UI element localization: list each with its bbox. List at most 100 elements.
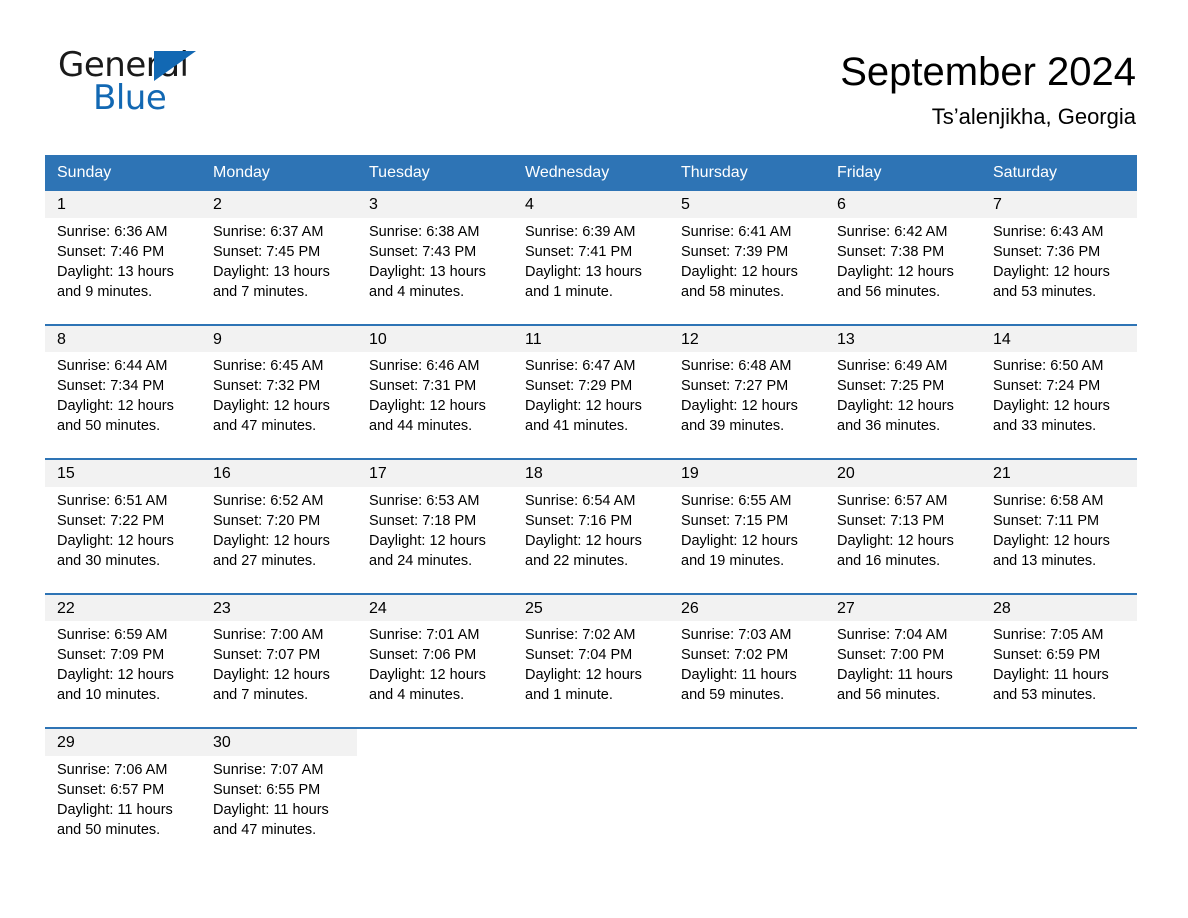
day-cell[interactable]: Sunrise: 6:36 AM Sunset: 7:46 PM Dayligh…: [45, 217, 201, 325]
daylight-text-line1: Daylight: 12 hours: [681, 263, 798, 280]
day-number-row: 8 9 10 11 12 13 14: [45, 323, 1137, 353]
daylight-text-line2: and 19 minutes.: [681, 552, 785, 569]
day-number[interactable]: 15: [45, 458, 201, 487]
day-cell[interactable]: Sunrise: 6:55 AM Sunset: 7:15 PM Dayligh…: [669, 486, 825, 594]
day-number[interactable]: 3: [357, 191, 513, 218]
sunrise-text: Sunrise: 6:42 AM: [837, 223, 948, 240]
day-number[interactable]: 5: [669, 191, 825, 218]
sunrise-text: Sunrise: 6:55 AM: [681, 492, 792, 509]
day-number[interactable]: 19: [669, 458, 825, 487]
day-cell[interactable]: Sunrise: 6:59 AM Sunset: 7:09 PM Dayligh…: [45, 621, 201, 729]
daylight-text-line2: and 4 minutes.: [369, 283, 465, 300]
day-number[interactable]: 12: [669, 323, 825, 353]
day-info-row: Sunrise: 6:36 AM Sunset: 7:46 PM Dayligh…: [45, 217, 1137, 325]
day-number[interactable]: 6: [825, 191, 981, 218]
day-number[interactable]: 1: [45, 191, 201, 218]
daylight-text-line1: Daylight: 12 hours: [993, 263, 1110, 280]
sunrise-text: Sunrise: 6:50 AM: [993, 358, 1104, 375]
daylight-text-line2: and 53 minutes.: [993, 687, 1097, 704]
day-number[interactable]: 22: [45, 592, 201, 622]
daylight-text-line1: Daylight: 12 hours: [525, 667, 642, 684]
day-number[interactable]: 21: [981, 458, 1137, 487]
day-number[interactable]: 23: [201, 592, 357, 622]
day-cell[interactable]: Sunrise: 6:51 AM Sunset: 7:22 PM Dayligh…: [45, 486, 201, 594]
day-number[interactable]: 29: [45, 727, 201, 756]
day-cell[interactable]: Sunrise: 6:42 AM Sunset: 7:38 PM Dayligh…: [825, 217, 981, 325]
daylight-text-line1: Daylight: 12 hours: [369, 532, 486, 549]
day-cell[interactable]: Sunrise: 6:52 AM Sunset: 7:20 PM Dayligh…: [201, 486, 357, 594]
sunrise-text: Sunrise: 6:44 AM: [57, 358, 168, 375]
day-number[interactable]: 11: [513, 323, 669, 353]
sunrise-text: Sunrise: 6:54 AM: [525, 492, 636, 509]
day-cell[interactable]: Sunrise: 7:00 AM Sunset: 7:07 PM Dayligh…: [201, 621, 357, 729]
sunrise-text: Sunrise: 6:41 AM: [681, 223, 792, 240]
daylight-text-line1: Daylight: 12 hours: [993, 398, 1110, 415]
day-info-row: Sunrise: 7:06 AM Sunset: 6:57 PM Dayligh…: [45, 755, 1137, 862]
weekday-header-sunday: Sunday: [45, 155, 201, 191]
daylight-text-line1: Daylight: 13 hours: [57, 263, 174, 280]
day-cell[interactable]: Sunrise: 7:06 AM Sunset: 6:57 PM Dayligh…: [45, 755, 201, 862]
day-number[interactable]: 10: [357, 323, 513, 353]
daylight-text-line2: and 44 minutes.: [369, 418, 473, 435]
day-cell[interactable]: Sunrise: 6:37 AM Sunset: 7:45 PM Dayligh…: [201, 217, 357, 325]
weekday-header-wednesday: Wednesday: [513, 155, 669, 191]
daylight-text-line2: and 27 minutes.: [213, 552, 317, 569]
day-number[interactable]: 30: [201, 727, 357, 756]
day-cell[interactable]: Sunrise: 6:54 AM Sunset: 7:16 PM Dayligh…: [513, 486, 669, 594]
daylight-text-line1: Daylight: 11 hours: [213, 801, 329, 818]
day-number[interactable]: 8: [45, 323, 201, 353]
day-cell[interactable]: Sunrise: 6:39 AM Sunset: 7:41 PM Dayligh…: [513, 217, 669, 325]
sunrise-text: Sunrise: 7:02 AM: [525, 627, 636, 644]
day-number[interactable]: 7: [981, 191, 1137, 218]
day-cell[interactable]: Sunrise: 7:04 AM Sunset: 7:00 PM Dayligh…: [825, 621, 981, 729]
day-cell[interactable]: Sunrise: 7:07 AM Sunset: 6:55 PM Dayligh…: [201, 755, 357, 862]
day-number[interactable]: 26: [669, 592, 825, 622]
day-number[interactable]: 24: [357, 592, 513, 622]
daylight-text-line2: and 13 minutes.: [993, 552, 1097, 569]
daylight-text-line2: and 56 minutes.: [837, 283, 941, 300]
day-cell[interactable]: Sunrise: 6:49 AM Sunset: 7:25 PM Dayligh…: [825, 352, 981, 460]
day-number[interactable]: 2: [201, 191, 357, 218]
day-cell[interactable]: Sunrise: 6:50 AM Sunset: 7:24 PM Dayligh…: [981, 352, 1137, 460]
day-number[interactable]: 25: [513, 592, 669, 622]
triangle-icon: [154, 51, 196, 81]
day-cell[interactable]: Sunrise: 7:01 AM Sunset: 7:06 PM Dayligh…: [357, 621, 513, 729]
day-cell[interactable]: Sunrise: 6:45 AM Sunset: 7:32 PM Dayligh…: [201, 352, 357, 460]
day-number[interactable]: 14: [981, 323, 1137, 353]
day-number[interactable]: 18: [513, 458, 669, 487]
daylight-text-line2: and 58 minutes.: [681, 283, 785, 300]
day-number[interactable]: 20: [825, 458, 981, 487]
day-info-row: Sunrise: 6:44 AM Sunset: 7:34 PM Dayligh…: [45, 352, 1137, 460]
day-cell[interactable]: Sunrise: 6:46 AM Sunset: 7:31 PM Dayligh…: [357, 352, 513, 460]
day-cell[interactable]: Sunrise: 6:48 AM Sunset: 7:27 PM Dayligh…: [669, 352, 825, 460]
daylight-text-line1: Daylight: 12 hours: [369, 667, 486, 684]
daylight-text-line2: and 7 minutes.: [213, 283, 309, 300]
sunrise-text: Sunrise: 6:38 AM: [369, 223, 480, 240]
day-cell[interactable]: Sunrise: 6:38 AM Sunset: 7:43 PM Dayligh…: [357, 217, 513, 325]
sunrise-text: Sunrise: 6:57 AM: [837, 492, 948, 509]
day-cell[interactable]: Sunrise: 6:47 AM Sunset: 7:29 PM Dayligh…: [513, 352, 669, 460]
sunset-text: Sunset: 7:43 PM: [369, 243, 477, 260]
day-cell[interactable]: Sunrise: 7:05 AM Sunset: 6:59 PM Dayligh…: [981, 621, 1137, 729]
calendar-week-4: 22 23 24 25 26 27 28 Sunrise: 6:59 AM Su…: [45, 592, 1137, 729]
day-number[interactable]: 4: [513, 191, 669, 218]
daylight-text-line1: Daylight: 12 hours: [837, 398, 954, 415]
sunrise-text: Sunrise: 6:43 AM: [993, 223, 1104, 240]
sunrise-text: Sunrise: 6:52 AM: [213, 492, 324, 509]
day-cell[interactable]: Sunrise: 7:03 AM Sunset: 7:02 PM Dayligh…: [669, 621, 825, 729]
day-number[interactable]: 27: [825, 592, 981, 622]
day-number[interactable]: 17: [357, 458, 513, 487]
day-number[interactable]: 13: [825, 323, 981, 353]
day-cell[interactable]: Sunrise: 7:02 AM Sunset: 7:04 PM Dayligh…: [513, 621, 669, 729]
day-cell[interactable]: Sunrise: 6:53 AM Sunset: 7:18 PM Dayligh…: [357, 486, 513, 594]
day-number[interactable]: 28: [981, 592, 1137, 622]
day-number[interactable]: 9: [201, 323, 357, 353]
day-cell[interactable]: Sunrise: 6:41 AM Sunset: 7:39 PM Dayligh…: [669, 217, 825, 325]
daylight-text-line1: Daylight: 12 hours: [525, 398, 642, 415]
day-cell[interactable]: Sunrise: 6:58 AM Sunset: 7:11 PM Dayligh…: [981, 486, 1137, 594]
daylight-text-line1: Daylight: 12 hours: [213, 532, 330, 549]
day-cell[interactable]: Sunrise: 6:57 AM Sunset: 7:13 PM Dayligh…: [825, 486, 981, 594]
day-cell[interactable]: Sunrise: 6:44 AM Sunset: 7:34 PM Dayligh…: [45, 352, 201, 460]
day-cell[interactable]: Sunrise: 6:43 AM Sunset: 7:36 PM Dayligh…: [981, 217, 1137, 325]
day-number[interactable]: 16: [201, 458, 357, 487]
